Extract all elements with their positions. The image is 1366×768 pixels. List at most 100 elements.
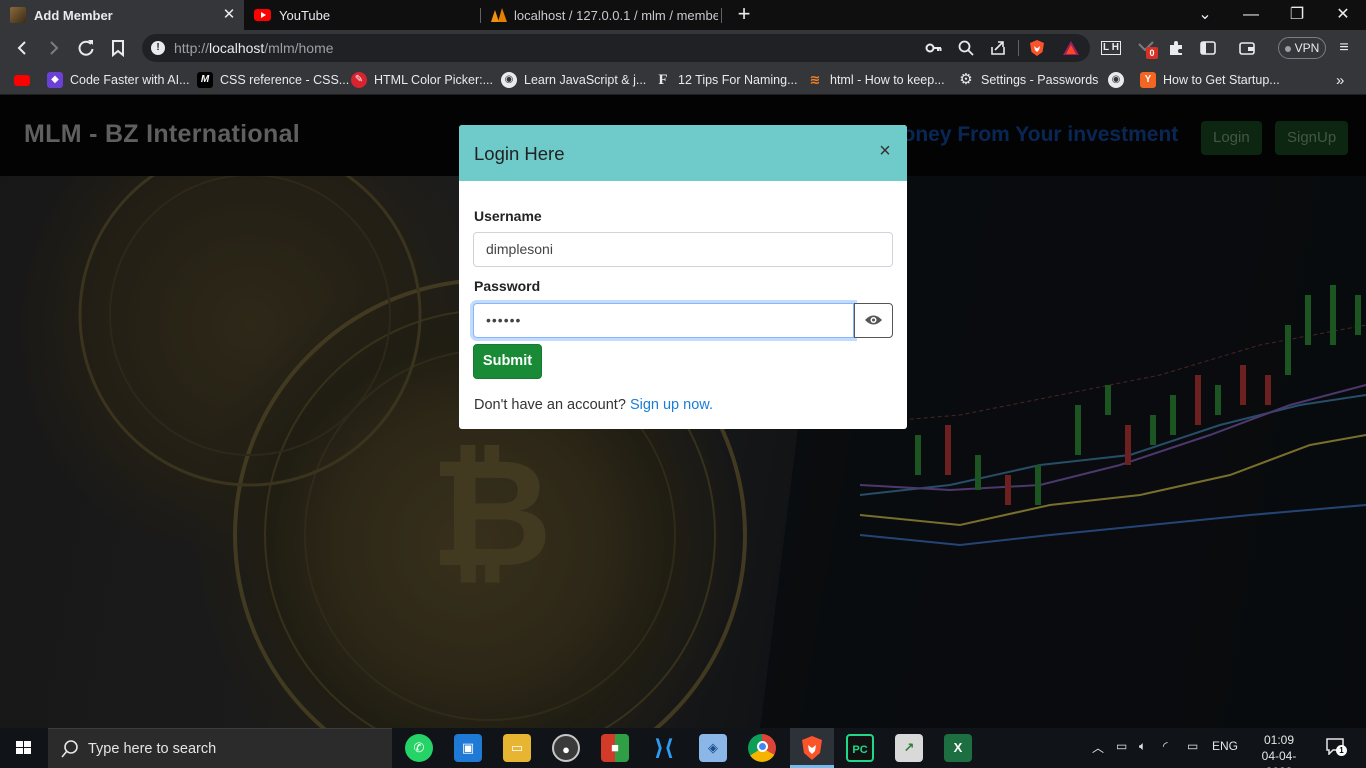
windows-taskbar: Type here to search ✆ ▣ ▭ ● ■ ⟩⟨ ◈ PC ↗ … — [0, 728, 1366, 768]
sidebar-toggle-icon[interactable] — [1198, 38, 1218, 58]
bookmarks-bar: ◆ Code Faster with AI... M CSS reference… — [0, 66, 1366, 95]
windows-start-button[interactable] — [0, 728, 48, 768]
show-hidden-icons-chevron-icon[interactable]: ︿ — [1092, 739, 1104, 756]
stackoverflow-icon: ≋ — [809, 72, 821, 87]
search-icon — [61, 740, 78, 758]
username-label: Username — [474, 208, 542, 224]
bookmark-button[interactable] — [106, 36, 130, 60]
bookmark-item[interactable]: ≋ html - How to keep... — [807, 71, 945, 89]
menu-icon[interactable]: ≡ — [1334, 38, 1354, 58]
bookmark-label: Code Faster with AI... — [70, 73, 190, 87]
wallet-icon[interactable] — [1237, 38, 1257, 58]
password-input[interactable]: •••••• — [473, 303, 854, 338]
meet-now-icon[interactable]: ▭ — [1116, 739, 1127, 753]
codeium-icon: ◆ — [47, 72, 63, 88]
back-button[interactable] — [10, 36, 34, 60]
password-key-icon[interactable] — [925, 39, 943, 57]
tab-search-chevron-icon[interactable]: ⌄ — [1182, 0, 1228, 30]
username-input[interactable]: dimplesoni — [473, 232, 893, 267]
close-window-button[interactable]: ✕ — [1320, 0, 1366, 30]
bookmark-label: Settings - Passwords — [981, 73, 1099, 87]
bookmark-globe-icon[interactable]: ◉ — [1108, 71, 1131, 89]
chart-app-icon[interactable]: ↗ — [895, 734, 923, 762]
bookmark-item[interactable]: ✎ HTML Color Picker:... — [351, 71, 493, 89]
restore-button[interactable]: ❐ — [1274, 0, 1320, 30]
password-label: Password — [474, 278, 541, 294]
bookmark-item[interactable]: ◆ Code Faster with AI... — [47, 71, 190, 89]
minimize-button[interactable]: — — [1228, 0, 1274, 30]
reload-button[interactable] — [74, 36, 98, 60]
bookmark-label: Learn JavaScript & j... — [524, 73, 647, 87]
color-picker-icon: ✎ — [351, 72, 367, 88]
more-bookmarks-chevron-icon[interactable]: » — [1336, 71, 1344, 89]
ycombinator-icon: Y — [1140, 72, 1156, 88]
tab-youtube[interactable]: YouTube — [244, 0, 480, 30]
search-placeholder: Type here to search — [88, 741, 217, 757]
zoom-icon[interactable] — [957, 39, 975, 57]
brave-shields-icon[interactable] — [1028, 39, 1046, 57]
modal-header: Login Here × — [459, 125, 907, 181]
lighthouse-extension-icon[interactable]: L H — [1101, 38, 1121, 58]
bookmark-item[interactable]: Y How to Get Startup... — [1140, 71, 1280, 89]
clock[interactable]: 01:09 04-04-2023 — [1249, 732, 1309, 768]
tab-add-member[interactable]: Add Member ✕ — [0, 0, 244, 30]
youtube-icon — [254, 9, 271, 21]
extension-badge-count: 0 — [1146, 47, 1158, 59]
extensions-puzzle-icon[interactable] — [1166, 38, 1186, 58]
wifi-icon[interactable]: ◜ — [1163, 739, 1168, 753]
excel-icon[interactable]: X — [944, 734, 972, 762]
brave-browser-icon[interactable] — [798, 734, 826, 762]
vpn-button[interactable]: VPN — [1278, 37, 1326, 59]
language-indicator[interactable]: ENG — [1212, 739, 1238, 753]
clock-time: 01:09 — [1263, 733, 1295, 747]
bookmark-youtube-icon[interactable] — [14, 71, 37, 89]
site-info-icon[interactable]: ! — [151, 41, 165, 55]
modal-title: Login Here — [474, 143, 565, 164]
notification-count-badge: 1 — [1336, 745, 1347, 756]
new-tab-button[interactable]: + — [733, 3, 755, 27]
tab-title: YouTube — [279, 7, 331, 23]
extension-badge-icon[interactable]: 0 — [1136, 38, 1158, 59]
globe-icon: ◉ — [501, 72, 517, 88]
signup-link[interactable]: Sign up now. — [630, 397, 713, 413]
eye-icon — [865, 315, 882, 325]
brave-rewards-icon[interactable] — [1062, 39, 1080, 57]
close-tab-icon[interactable]: ✕ — [220, 6, 238, 24]
battery-icon[interactable]: ▭ — [1187, 739, 1198, 753]
vscode-icon[interactable]: ⟩⟨ — [650, 734, 678, 762]
chrome-icon[interactable] — [748, 734, 776, 762]
tab-title: localhost / 127.0.0.1 / mlm / members — [514, 7, 718, 23]
forward-button[interactable] — [42, 36, 66, 60]
office-app-icon[interactable]: ■ — [601, 734, 629, 762]
file-explorer-icon[interactable]: ▭ — [503, 734, 531, 762]
freecodecamp-icon: F — [658, 72, 668, 88]
share-icon[interactable] — [989, 39, 1007, 57]
media-player-icon[interactable]: ● — [552, 734, 580, 762]
modal-close-icon[interactable]: × — [877, 141, 893, 161]
whatsapp-icon[interactable]: ✆ — [405, 734, 433, 762]
tab-phpmyadmin[interactable]: localhost / 127.0.0.1 / mlm / members — [480, 0, 720, 30]
windows-logo-icon — [16, 741, 31, 754]
desktop-app-icon[interactable]: ▣ — [454, 734, 482, 762]
submit-button[interactable]: Submit — [473, 344, 542, 379]
bookmark-label: CSS reference - CSS... — [220, 73, 350, 87]
pycharm-icon[interactable]: PC — [846, 734, 874, 762]
tab-title: Add Member — [34, 7, 113, 23]
globe-icon: ◉ — [1108, 72, 1124, 88]
taskbar-search-box[interactable]: Type here to search — [48, 728, 392, 768]
bookmark-item[interactable]: M CSS reference - CSS... — [197, 71, 349, 89]
bookmark-item[interactable]: F 12 Tips For Naming... — [655, 71, 798, 89]
address-bar[interactable]: ! http://localhost/mlm/home — [142, 34, 1090, 62]
bookmark-label: 12 Tips For Naming... — [678, 73, 798, 87]
vpn-dot-icon — [1284, 45, 1291, 52]
bookmark-item[interactable]: ⚙ Settings - Passwords — [958, 71, 1098, 89]
login-modal: Login Here × Username dimplesoni Passwor… — [459, 125, 907, 429]
toggle-password-visibility-button[interactable] — [854, 303, 893, 338]
url-text[interactable]: http://localhost/mlm/home — [174, 40, 334, 56]
volume-icon[interactable]: 🔈︎ — [1139, 739, 1146, 754]
bookmark-item[interactable]: ◉ Learn JavaScript & j... — [501, 71, 646, 89]
signup-prompt: Don't have an account? Sign up now. — [474, 397, 713, 413]
settings-gear-icon: ⚙ — [959, 71, 973, 88]
virtualbox-icon[interactable]: ◈ — [699, 734, 727, 762]
notification-center-icon[interactable]: 1 — [1325, 737, 1347, 758]
